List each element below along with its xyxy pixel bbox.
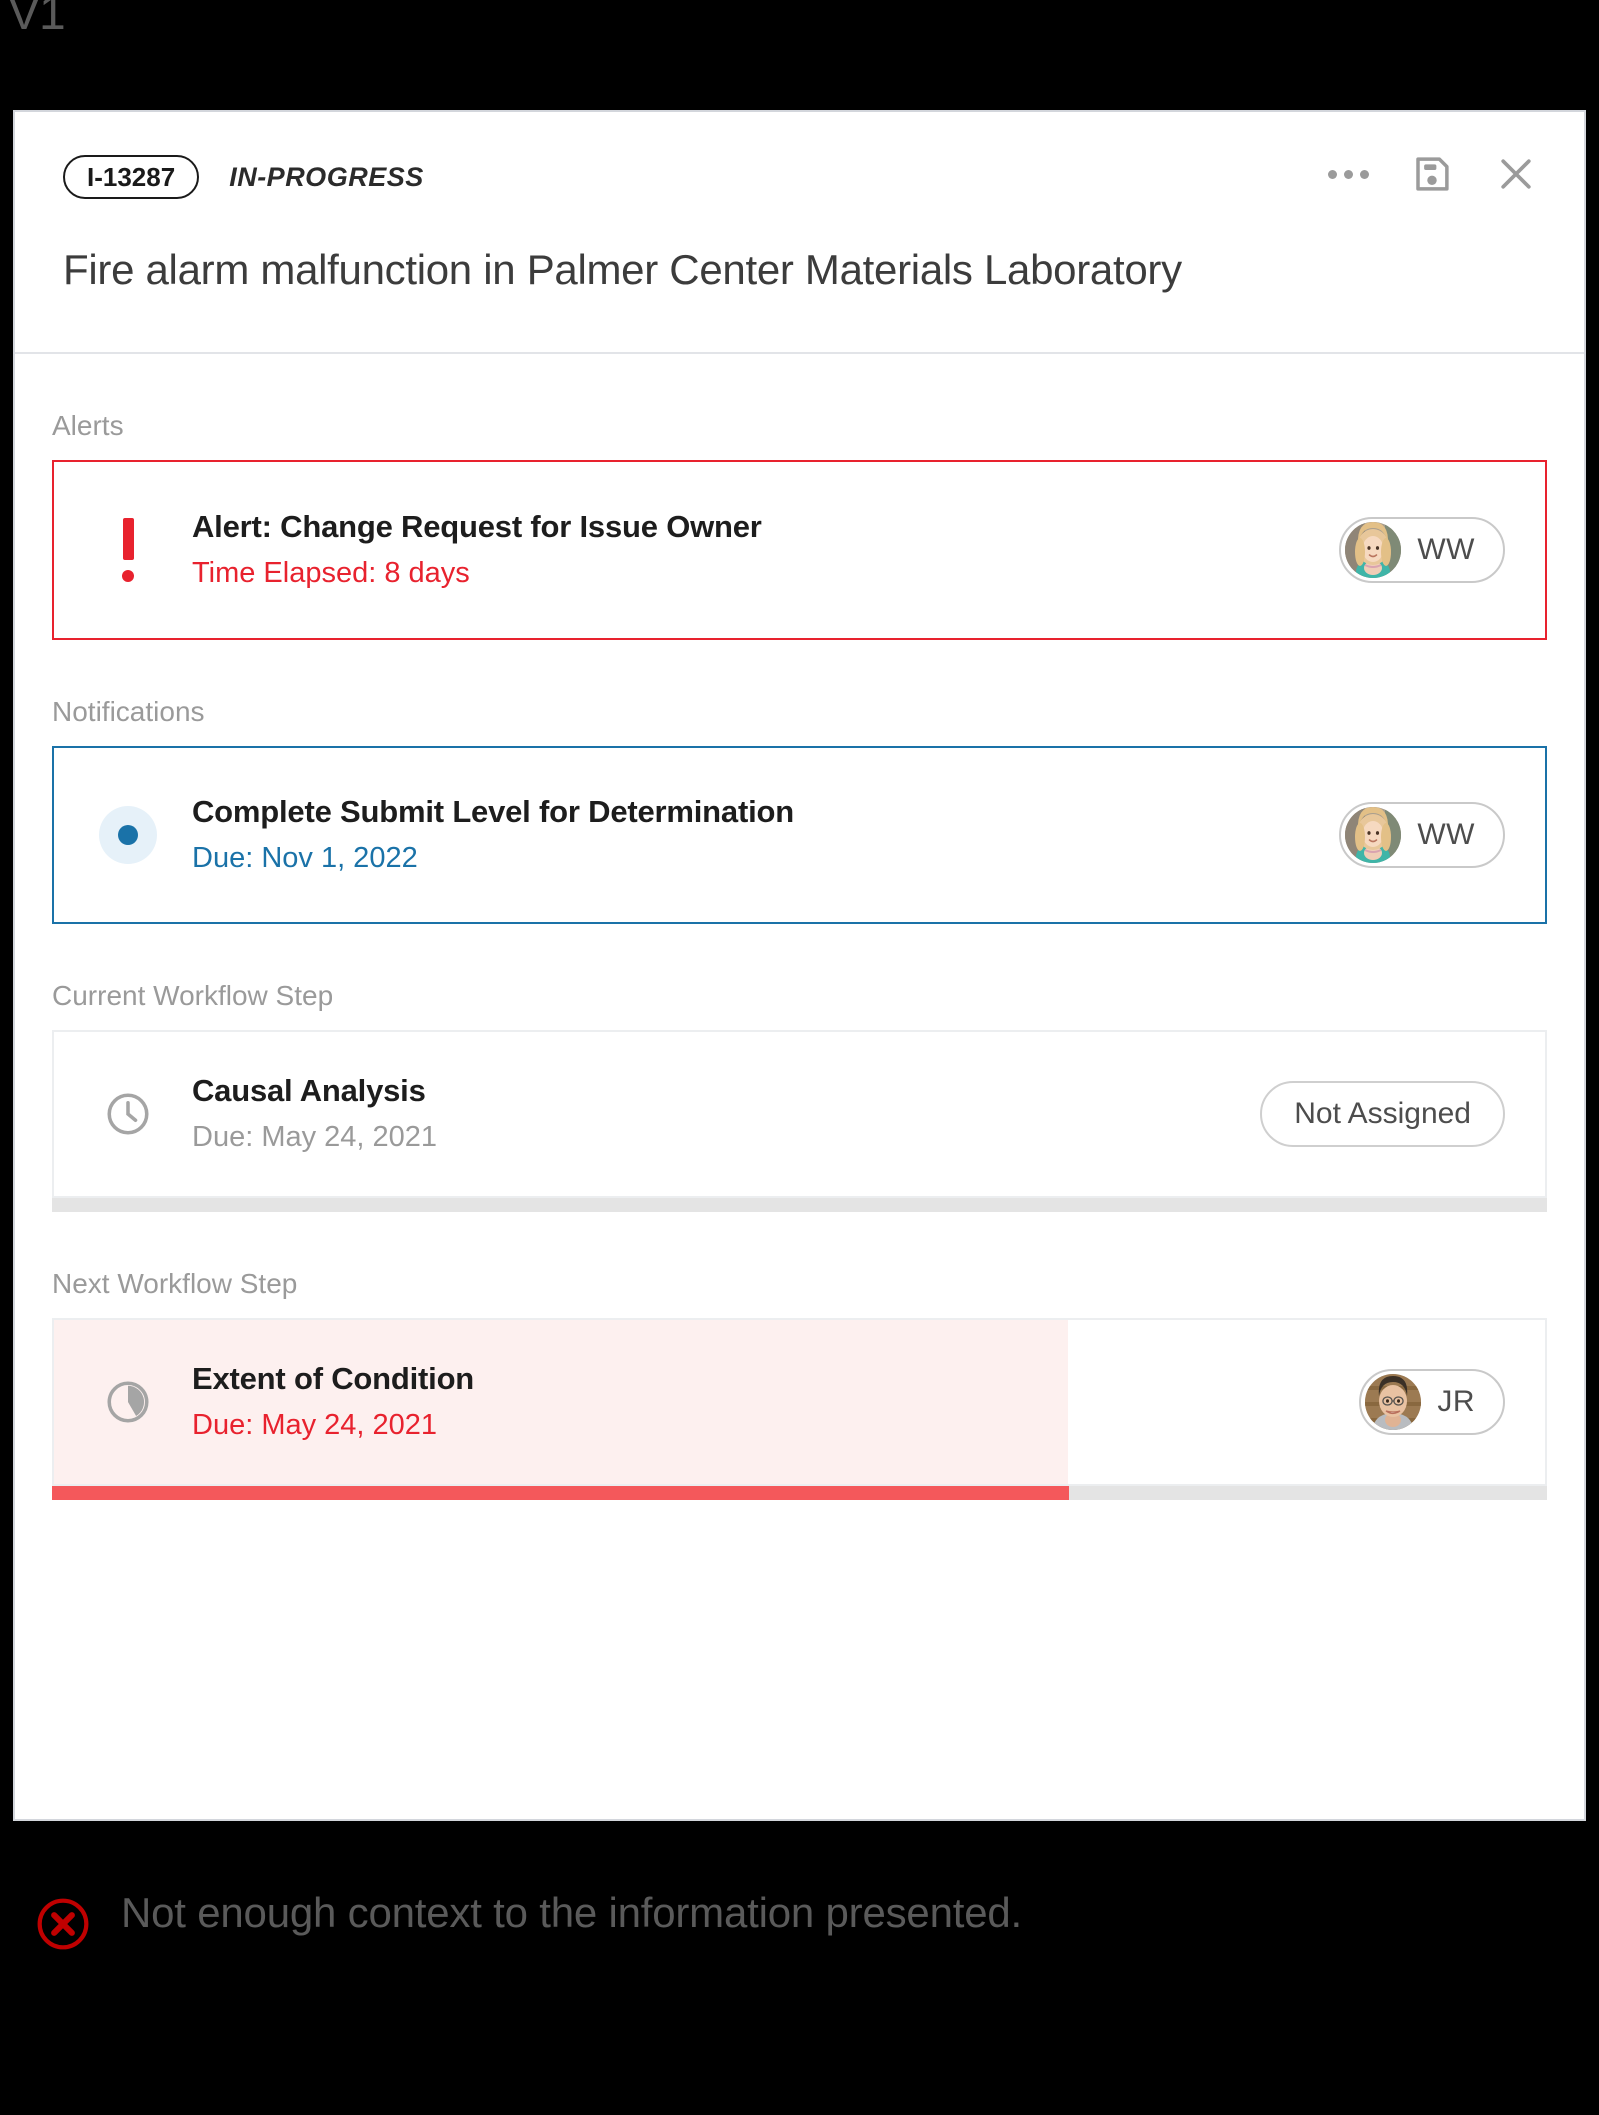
not-assigned-badge[interactable]: Not Assigned — [1260, 1081, 1505, 1147]
exclamation-icon — [122, 518, 134, 582]
next-step-title: Extent of Condition — [192, 1360, 475, 1396]
page-title: Fire alarm malfunction in Palmer Center … — [63, 246, 1182, 293]
avatar-initials: WW — [1417, 533, 1475, 566]
panel-header: I-13287 IN-PROGRESS Fire alarm malfuncti… — [15, 112, 1584, 354]
avatar-initials: JR — [1437, 1385, 1475, 1418]
close-button[interactable] — [1492, 150, 1540, 198]
alerts-section-label: Alerts — [52, 410, 124, 441]
issue-id-badge[interactable]: I-13287 — [63, 155, 200, 199]
ellipsis-icon — [1327, 169, 1369, 179]
notification-text: Complete Submit Level for Determination … — [166, 793, 1339, 877]
current-step-text: Causal Analysis Due: May 24, 2021 — [166, 1072, 1260, 1156]
avatar-chip[interactable]: WW — [1339, 802, 1505, 868]
notifications-section-label: Notifications — [52, 696, 205, 727]
more-options-button[interactable] — [1324, 150, 1372, 198]
avatar-initials: WW — [1417, 818, 1475, 851]
current-step-wrap: Causal Analysis Due: May 24, 2021 Not As… — [52, 1030, 1547, 1212]
avatar — [1345, 522, 1402, 578]
avatar-chip[interactable]: WW — [1339, 517, 1505, 583]
current-step-icon-wrap — [90, 1089, 166, 1139]
current-step-assignment[interactable]: Not Assigned — [1260, 1081, 1517, 1147]
close-icon — [1501, 159, 1531, 189]
version-label: V1 — [8, 0, 66, 40]
status-badge: IN-PROGRESS — [229, 161, 424, 192]
next-step-subtitle: Due: May 24, 2021 — [192, 1408, 438, 1441]
save-button[interactable] — [1408, 150, 1456, 198]
screen-root: V1 I-13287 IN-PROGRESS Fire alarm malfun… — [0, 0, 1599, 2115]
header-top-row: I-13287 IN-PROGRESS — [63, 152, 1536, 202]
alert-text: Alert: Change Request for Issue Owner Ti… — [166, 508, 1339, 592]
notification-subtitle: Due: Nov 1, 2022 — [192, 841, 418, 874]
current-step-progress-track — [52, 1198, 1547, 1212]
next-step-assignee[interactable]: JR — [1359, 1369, 1517, 1435]
alert-icon-wrap — [90, 518, 166, 582]
alert-assignee[interactable]: WW — [1339, 517, 1517, 583]
avatar — [1345, 807, 1402, 863]
bottom-banner: Not enough context to the information pr… — [0, 1840, 1599, 2115]
save-icon — [1416, 157, 1449, 191]
avatar-chip[interactable]: JR — [1359, 1369, 1505, 1435]
header-actions — [1324, 150, 1540, 198]
issue-detail-panel: I-13287 IN-PROGRESS Fire alarm malfuncti… — [13, 110, 1586, 1821]
notification-assignee[interactable]: WW — [1339, 802, 1517, 868]
pie-progress-icon — [107, 1381, 149, 1423]
current-workflow-step-label: Current Workflow Step — [52, 980, 334, 1011]
next-step-card[interactable]: Extent of Condition Due: May 24, 2021 JR — [52, 1318, 1547, 1486]
panel-body: Alerts Alert: Change Request for Issue O… — [15, 410, 1584, 1500]
notification-title: Complete Submit Level for Determination — [192, 793, 794, 829]
next-step-progress-track — [52, 1486, 1547, 1500]
current-step-card[interactable]: Causal Analysis Due: May 24, 2021 Not As… — [52, 1030, 1547, 1198]
next-step-icon-wrap — [90, 1377, 166, 1427]
banner-message: Not enough context to the information pr… — [121, 1889, 1022, 1936]
blue-dot-icon — [99, 806, 157, 864]
notification-card[interactable]: Complete Submit Level for Determination … — [52, 746, 1547, 924]
current-step-title: Causal Analysis — [192, 1072, 426, 1108]
clock-icon — [107, 1093, 149, 1135]
alert-title: Alert: Change Request for Issue Owner — [192, 508, 762, 544]
alert-card[interactable]: Alert: Change Request for Issue Owner Ti… — [52, 460, 1547, 640]
notification-icon-wrap — [90, 806, 166, 864]
next-step-text: Extent of Condition Due: May 24, 2021 — [166, 1360, 1359, 1444]
avatar — [1365, 1374, 1422, 1430]
current-step-subtitle: Due: May 24, 2021 — [192, 1120, 438, 1153]
next-workflow-step-label: Next Workflow Step — [52, 1268, 298, 1299]
next-step-wrap: Extent of Condition Due: May 24, 2021 JR — [52, 1318, 1547, 1500]
next-step-progress-fill — [52, 1486, 1069, 1500]
error-circle-x-icon — [37, 1898, 89, 1950]
alert-subtitle: Time Elapsed: 8 days — [192, 556, 470, 589]
